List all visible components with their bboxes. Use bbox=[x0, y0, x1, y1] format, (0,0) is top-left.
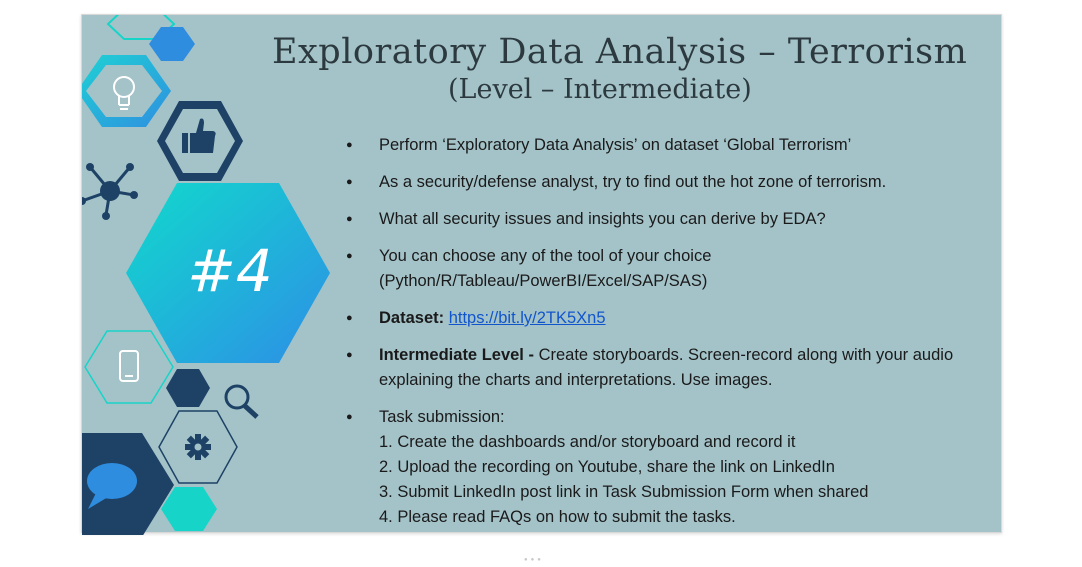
list-item: Perform ‘Exploratory Data Analysis’ on d… bbox=[346, 133, 986, 158]
hex-teal-bottom bbox=[161, 487, 217, 531]
task-line: 2. Upload the recording on Youtube, shar… bbox=[379, 458, 835, 476]
bullet-list: Perform ‘Exploratory Data Analysis’ on d… bbox=[346, 133, 986, 542]
task-heading: Task submission: bbox=[379, 408, 505, 426]
dataset-link[interactable]: https://bit.ly/2TK5Xn5 bbox=[449, 309, 606, 327]
page-indicator-dots[interactable]: ●●● bbox=[524, 557, 544, 563]
hex-phone bbox=[84, 330, 174, 404]
level-label: Intermediate Level - bbox=[379, 346, 534, 364]
badge-number: #4 bbox=[187, 237, 273, 305]
list-item-tasks: Task submission: 1. Create the dashboard… bbox=[346, 405, 986, 530]
hex-blue-small bbox=[149, 27, 195, 61]
page-subtitle: (Level – Intermediate) bbox=[448, 74, 752, 105]
task-line: 1. Create the dashboards and/or storyboa… bbox=[379, 433, 796, 451]
network-icon bbox=[82, 163, 138, 220]
magnifier-icon bbox=[224, 384, 259, 419]
hex-navy-small bbox=[166, 369, 210, 407]
list-item: What all security issues and insights yo… bbox=[346, 207, 986, 232]
gear-icon bbox=[185, 434, 211, 460]
list-item: You can choose any of the tool of your c… bbox=[346, 244, 986, 294]
task-line: 4. Please read FAQs on how to submit the… bbox=[379, 508, 736, 526]
list-item-level: Intermediate Level - Create storyboards.… bbox=[346, 343, 986, 393]
list-item-dataset: Dataset: https://bit.ly/2TK5Xn5 bbox=[346, 306, 986, 331]
list-item: As a security/defense analyst, try to fi… bbox=[346, 170, 986, 195]
task-line: 3. Submit LinkedIn post link in Task Sub… bbox=[379, 483, 869, 501]
dataset-label: Dataset: bbox=[379, 309, 445, 327]
phone-icon bbox=[119, 350, 139, 382]
page-title: Exploratory Data Analysis – Terrorism bbox=[272, 32, 968, 72]
